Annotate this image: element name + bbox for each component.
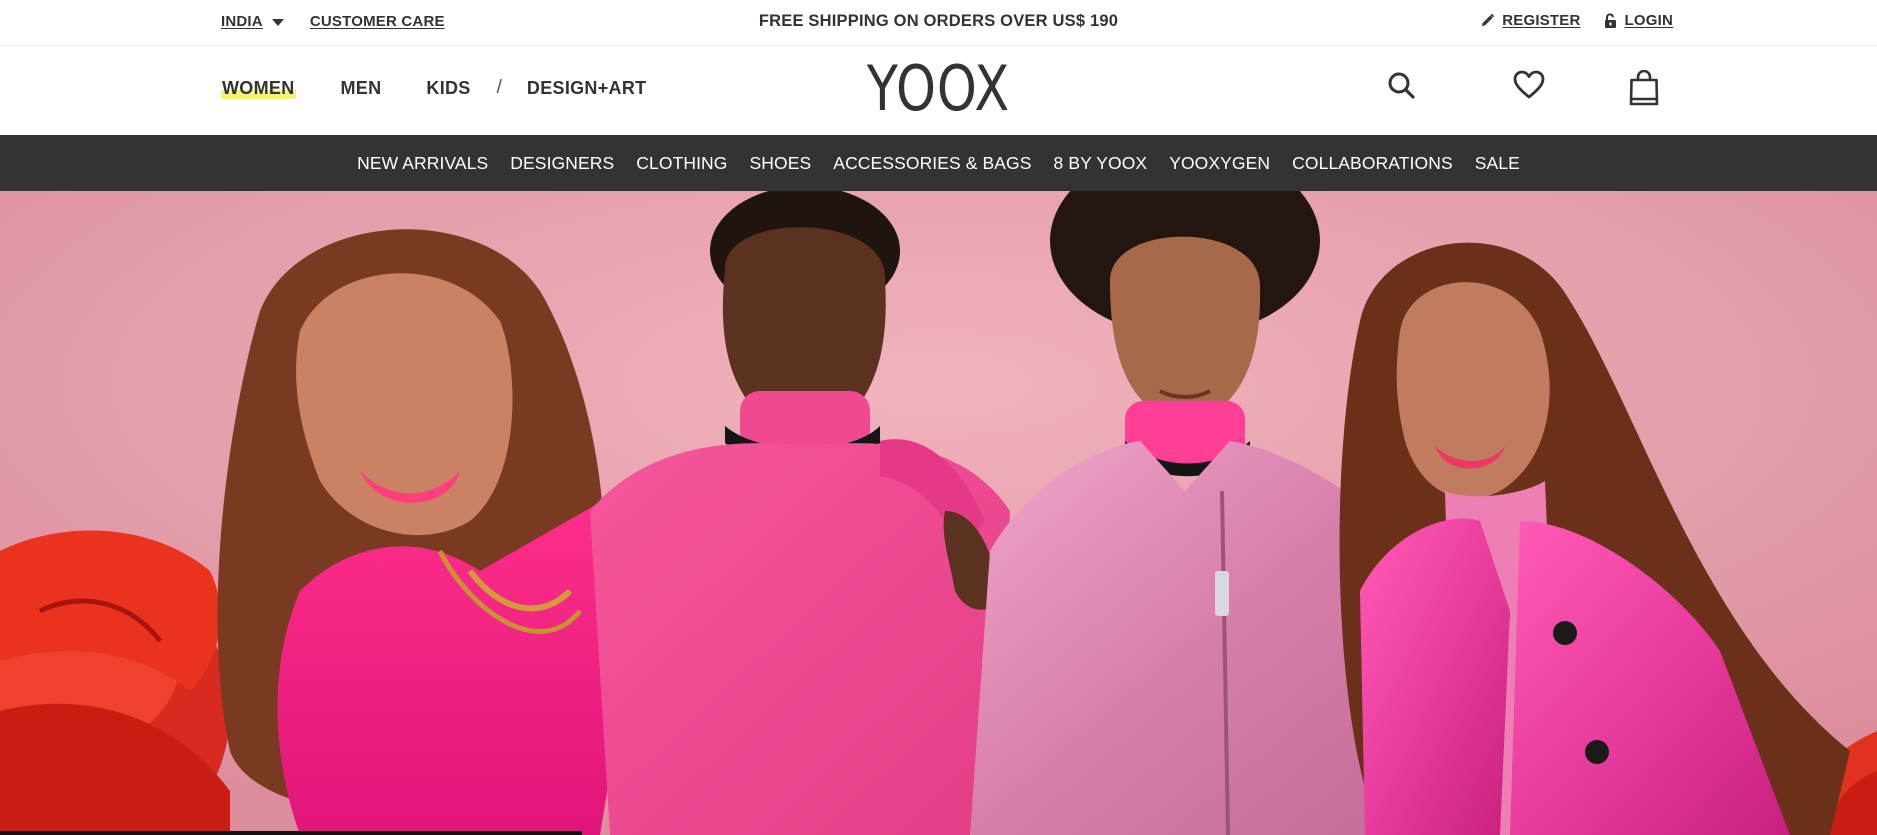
- catnav-shoes[interactable]: SHOES: [750, 153, 812, 174]
- top-utility-bar: INDIA CUSTOMER CARE FREE SHIPPING ON ORD…: [0, 0, 1877, 46]
- heart-icon: [1513, 70, 1545, 99]
- top-left-links: INDIA CUSTOMER CARE: [221, 13, 445, 30]
- nav-separator: /: [496, 77, 502, 98]
- hero-banner[interactable]: [0, 191, 1877, 835]
- nav-kids[interactable]: KIDS: [426, 78, 470, 99]
- hero-image: [0, 191, 1877, 835]
- catnav-designers[interactable]: DESIGNERS: [510, 153, 614, 174]
- shipping-text: FREE SHIPPING ON ORDERS OVER US$ 190: [758, 12, 1119, 30]
- search-button[interactable]: [1386, 70, 1418, 107]
- shopping-bag-button[interactable]: [1629, 69, 1659, 111]
- catnav-new-arrivals[interactable]: NEW ARRIVALS: [357, 153, 488, 174]
- red-flower-left: [0, 530, 230, 835]
- nav-men[interactable]: MEN: [341, 78, 382, 99]
- account-links: REGISTER LOGIN: [1480, 12, 1673, 29]
- country-selector[interactable]: INDIA: [221, 13, 284, 30]
- catnav-yooxygen[interactable]: YOOXYGEN: [1169, 153, 1270, 174]
- caret-down-icon: [271, 18, 284, 26]
- login-link[interactable]: LOGIN: [1625, 12, 1674, 29]
- main-header: WOMEN MEN KIDS / DESIGN+ART YOOX: [0, 46, 1877, 135]
- catnav-sale[interactable]: SALE: [1475, 153, 1520, 174]
- register-item: REGISTER: [1480, 12, 1580, 29]
- login-item: LOGIN: [1603, 12, 1674, 29]
- catnav-8-by-yoox[interactable]: 8 BY YOOX: [1054, 153, 1148, 174]
- nav-design-art[interactable]: DESIGN+ART: [527, 78, 647, 99]
- unlock-icon: [1604, 12, 1616, 28]
- wishlist-button[interactable]: [1513, 70, 1545, 105]
- yoox-logo[interactable]: YOOX: [867, 52, 1010, 125]
- gender-nav: WOMEN MEN KIDS / DESIGN+ART: [221, 77, 646, 99]
- register-link[interactable]: REGISTER: [1502, 12, 1580, 29]
- shopping-bag-icon: [1629, 69, 1659, 106]
- search-icon: [1388, 72, 1415, 99]
- category-nav: NEW ARRIVALS DESIGNERS CLOTHING SHOES AC…: [0, 135, 1877, 191]
- pencil-icon: [1482, 13, 1495, 27]
- customer-care-link[interactable]: CUSTOMER CARE: [310, 13, 445, 30]
- catnav-clothing[interactable]: CLOTHING: [636, 153, 727, 174]
- country-label: INDIA: [221, 13, 263, 30]
- nav-women[interactable]: WOMEN: [221, 77, 296, 99]
- catnav-accessories-bags[interactable]: ACCESSORIES & BAGS: [833, 153, 1031, 174]
- hero-scroll-indicator: [0, 831, 582, 835]
- catnav-collaborations[interactable]: COLLABORATIONS: [1292, 153, 1453, 174]
